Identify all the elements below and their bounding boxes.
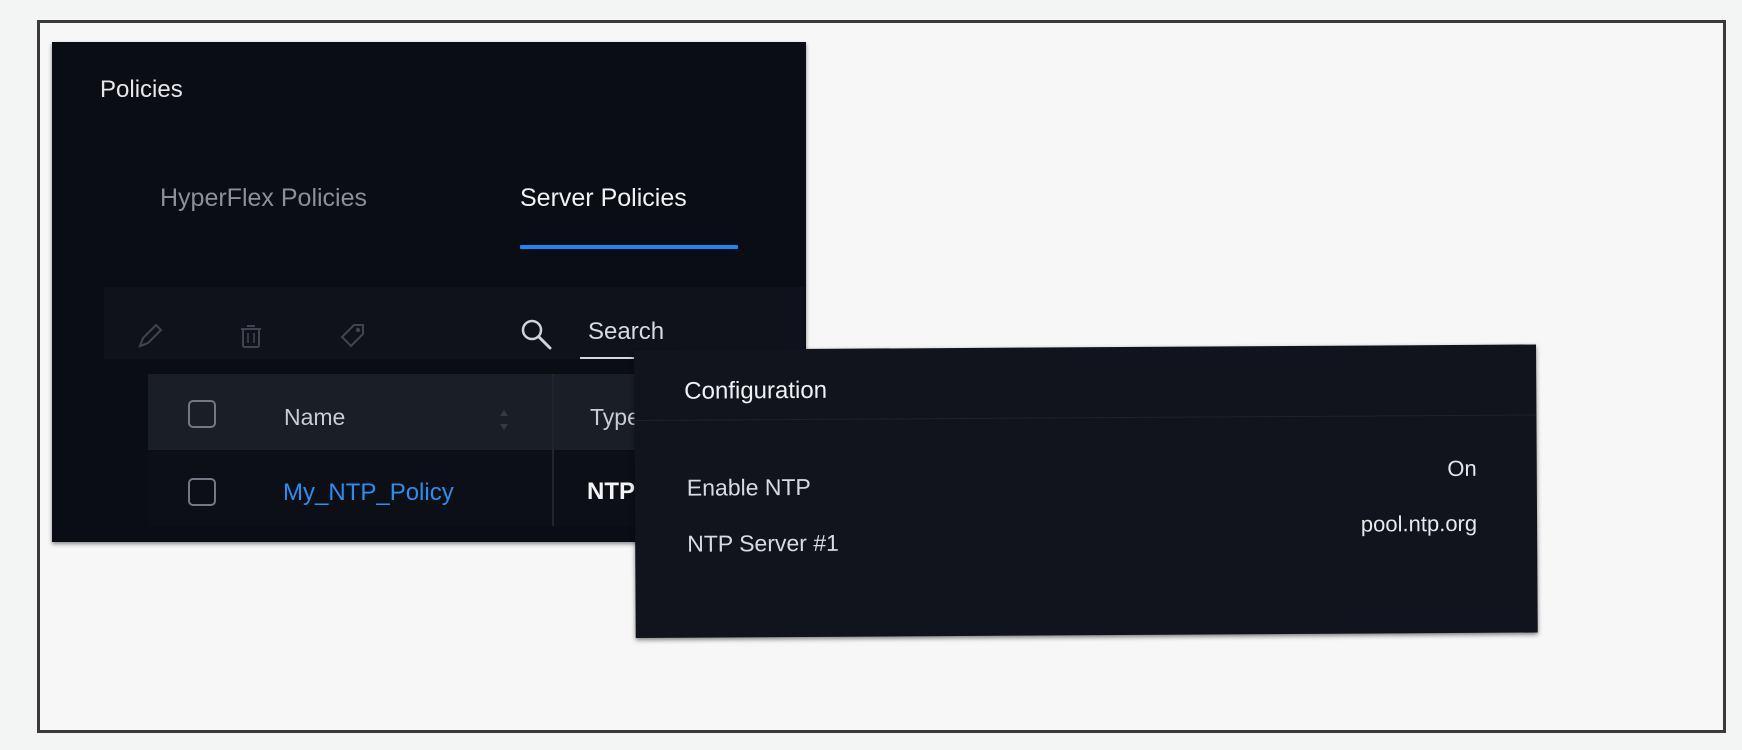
search-icon[interactable] [516, 314, 558, 356]
column-header-name[interactable]: Name [284, 404, 345, 431]
tab-server-policies[interactable]: Server Policies [520, 184, 687, 213]
tab-hyperflex-policies[interactable]: HyperFlex Policies [160, 184, 367, 213]
policy-name-link[interactable]: My_NTP_Policy [283, 479, 454, 507]
ntp-server-label: NTP Server #1 [687, 529, 839, 557]
enable-ntp-value: On [1447, 455, 1477, 482]
panel-title: Policies [100, 76, 183, 103]
sort-icon[interactable] [496, 406, 512, 434]
ntp-server-value: pool.ntp.org [1360, 510, 1478, 537]
enable-ntp-label: Enable NTP [686, 473, 811, 501]
tag-icon[interactable] [334, 318, 370, 354]
trash-icon[interactable] [233, 318, 269, 354]
column-divider [552, 374, 554, 526]
column-header-type[interactable]: Type [590, 404, 640, 431]
active-tab-indicator [520, 245, 738, 249]
select-all-checkbox[interactable] [188, 400, 216, 428]
configuration-panel: Configuration Enable NTP On NTP Server #… [634, 344, 1538, 638]
edit-icon[interactable] [132, 318, 168, 354]
configuration-separator [634, 414, 1537, 421]
policy-type-cell: NTP [587, 478, 635, 505]
configuration-title: Configuration [684, 376, 828, 405]
row-checkbox[interactable] [188, 478, 216, 506]
